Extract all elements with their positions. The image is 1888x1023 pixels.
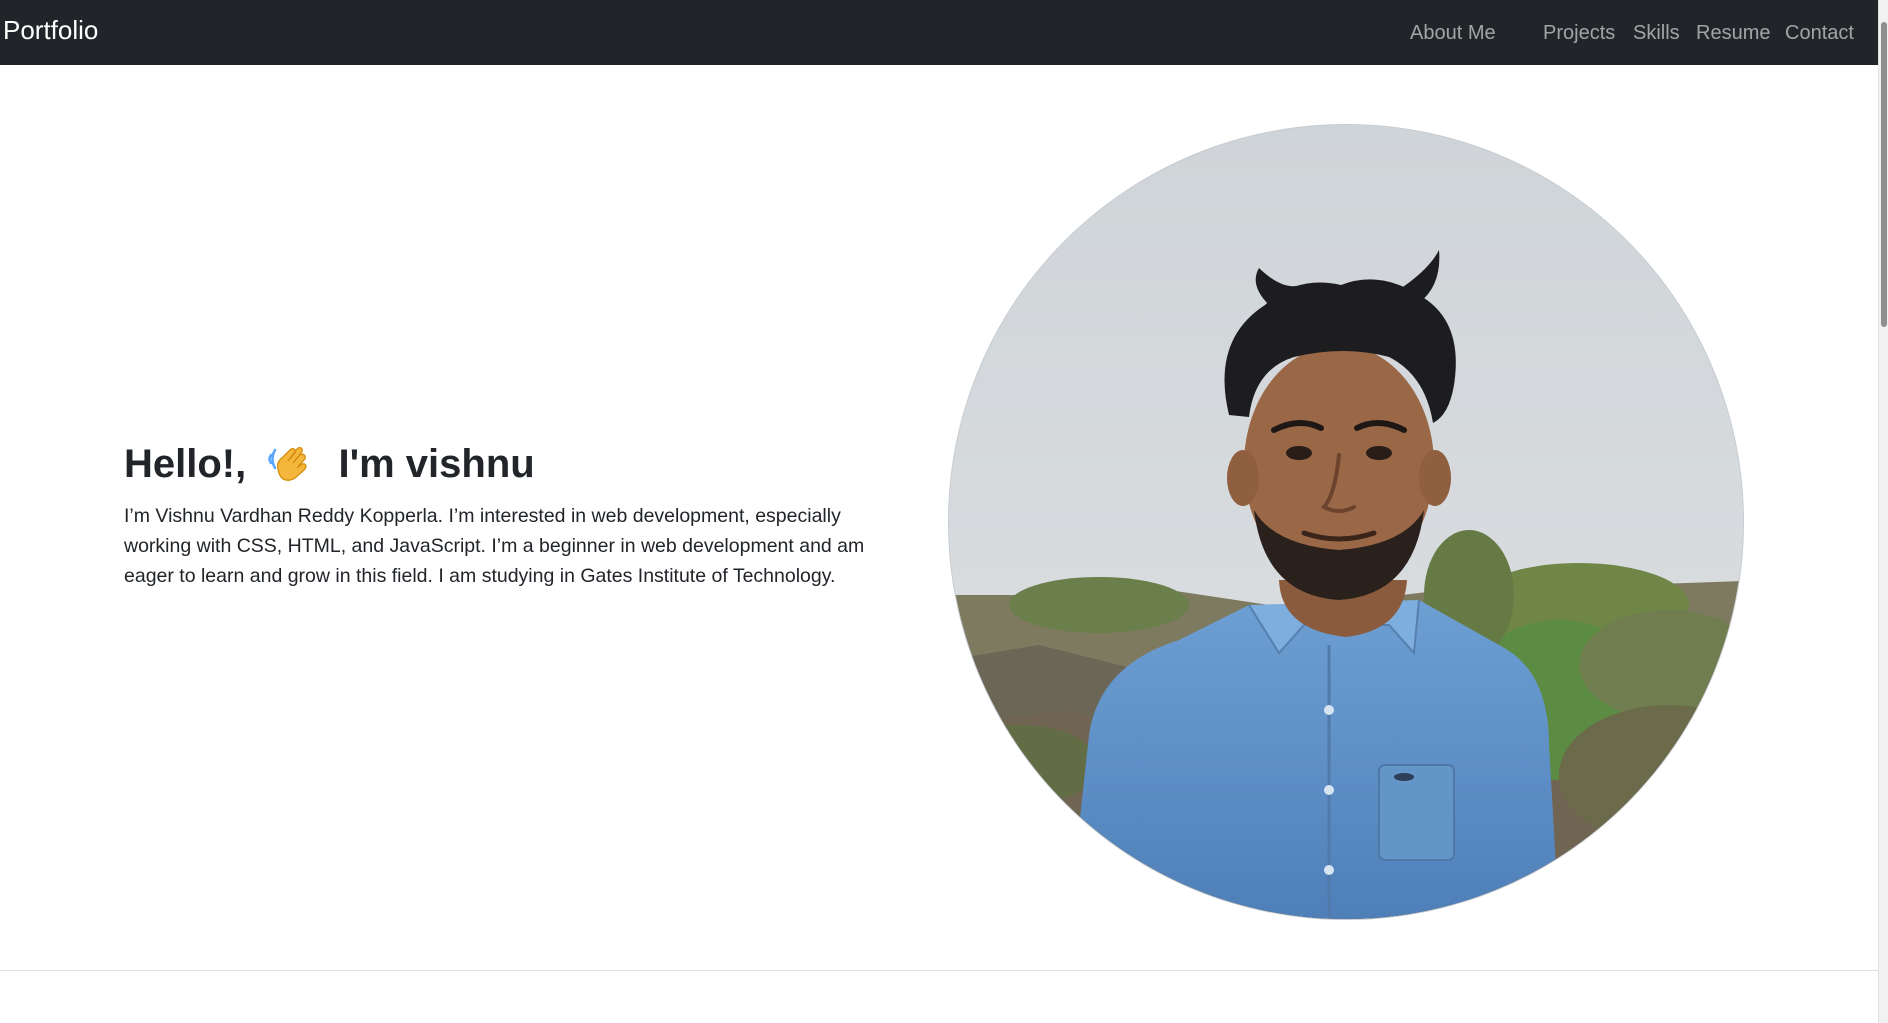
profile-photo [949, 125, 1743, 919]
hero-description: I’m Vishnu Vardhan Reddy Kopperla. I’m i… [124, 505, 865, 587]
hero-heading: Hello!, I'm vishnu [124, 438, 884, 495]
nav-link-skills[interactable]: Skills [1633, 21, 1680, 45]
scrollbar-thumb[interactable] [1881, 22, 1887, 327]
hero-name: I'm vishnu [338, 442, 535, 487]
hero-intro: Hello!, I'm vishnu I’m Vishnu Vardhan Re… [124, 438, 884, 591]
portfolio-page: Portfolio About Me Projects Skills Resum… [0, 0, 1888, 1023]
nav-link-resume[interactable]: Resume [1696, 21, 1770, 45]
nav-link-projects[interactable]: Projects [1543, 21, 1615, 45]
section-divider [0, 970, 1878, 971]
waving-hand-icon [265, 438, 313, 495]
nav-link-contact[interactable]: Contact [1785, 21, 1854, 45]
nav-link-about-me[interactable]: About Me [1410, 21, 1496, 45]
page-scrollbar[interactable] [1878, 0, 1888, 1023]
top-navbar: Portfolio About Me Projects Skills Resum… [0, 0, 1878, 65]
hero-greeting: Hello!, [124, 442, 247, 487]
brand-logo-link[interactable]: Portfolio [3, 15, 98, 45]
